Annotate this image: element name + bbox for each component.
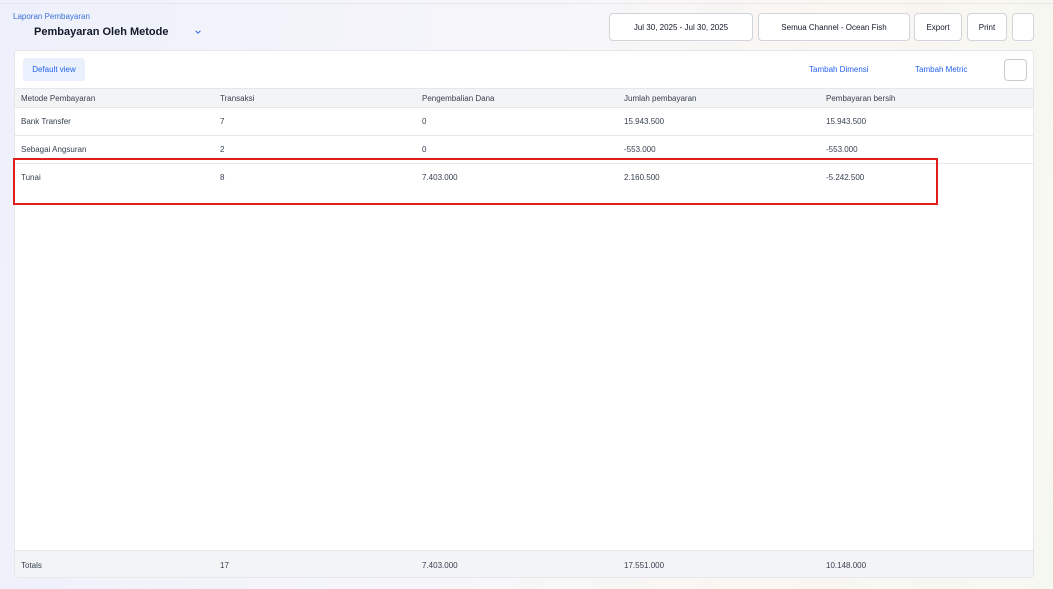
table-row[interactable]: Bank Transfer 7 0 15.943.500 15.943.500 [15, 108, 1033, 136]
date-range-picker[interactable]: Jul 30, 2025 - Jul 30, 2025 [609, 13, 753, 41]
add-metric-link[interactable]: Tambah Metric [915, 65, 967, 74]
table-cell: 7.403.000 [422, 173, 458, 182]
column-header-payment-amount[interactable]: Jumlah pembayaran [624, 94, 696, 103]
table-cell: 2 [220, 145, 225, 154]
totals-payment-amount: 17.551.000 [624, 561, 665, 570]
page-title: Pembayaran Oleh Metode [34, 26, 169, 38]
table-totals-row: Totals 17 7.403.000 17.551.000 10.148.00… [15, 550, 1033, 577]
totals-transactions: 17 [220, 561, 229, 570]
table-cell: -553.000 [624, 145, 656, 154]
table-row[interactable]: Tunai 8 7.403.000 2.160.500 -5.242.500 [15, 164, 1033, 192]
export-button[interactable]: Export [914, 13, 962, 41]
column-header-transactions[interactable]: Transaksi [220, 94, 254, 103]
report-selector[interactable]: Pembayaran Oleh Metode [34, 26, 203, 38]
table-cell: Tunai [21, 173, 41, 182]
totals-refunds: 7.403.000 [422, 561, 458, 570]
more-options-button[interactable] [1012, 13, 1034, 41]
table-cell: -5.242.500 [826, 173, 865, 182]
top-divider [0, 3, 1053, 4]
table-cell: 7 [220, 117, 225, 126]
table-cell: 0 [422, 117, 427, 126]
table-cell: Bank Transfer [21, 117, 71, 126]
add-dimension-link[interactable]: Tambah Dimensi [809, 65, 869, 74]
table-cell: 0 [422, 145, 427, 154]
column-header-net-payment[interactable]: Pembayaran bersih [826, 94, 895, 103]
default-view-button[interactable]: Default view [23, 58, 85, 81]
table-cell: 2.160.500 [624, 173, 660, 182]
channel-filter[interactable]: Semua Channel - Ocean Fish [758, 13, 910, 41]
column-header-refunds[interactable]: Pengembalian Dana [422, 94, 495, 103]
column-header-method[interactable]: Metode Pembayaran [21, 94, 95, 103]
chevron-down-icon[interactable] [193, 27, 203, 37]
table-cell: -553.000 [826, 145, 858, 154]
totals-net-payment: 10.148.000 [826, 561, 867, 570]
column-settings-button[interactable] [1004, 59, 1027, 81]
table-cell: 8 [220, 173, 225, 182]
totals-label: Totals [21, 561, 42, 570]
print-button[interactable]: Print [967, 13, 1007, 41]
table-row[interactable]: Sebagai Angsuran 2 0 -553.000 -553.000 [15, 136, 1033, 164]
breadcrumb[interactable]: Laporan Pembayaran [13, 12, 90, 21]
report-panel: Default view Tambah Dimensi Tambah Metri… [14, 50, 1034, 578]
table-cell: 15.943.500 [826, 117, 867, 126]
table-cell: Sebagai Angsuran [21, 145, 87, 154]
table-cell: 15.943.500 [624, 117, 665, 126]
table-header: Metode Pembayaran Transaksi Pengembalian… [15, 88, 1033, 108]
